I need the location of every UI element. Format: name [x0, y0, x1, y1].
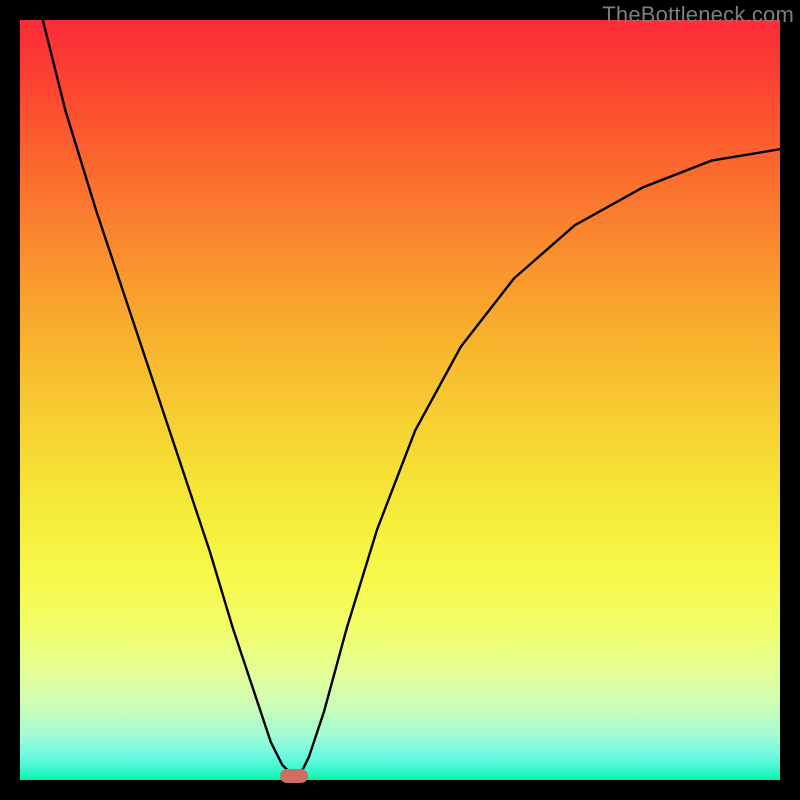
chart-frame: [20, 20, 780, 780]
plot-background: [20, 20, 780, 780]
watermark-text: TheBottleneck.com: [602, 2, 794, 28]
optimal-marker: [280, 769, 308, 783]
